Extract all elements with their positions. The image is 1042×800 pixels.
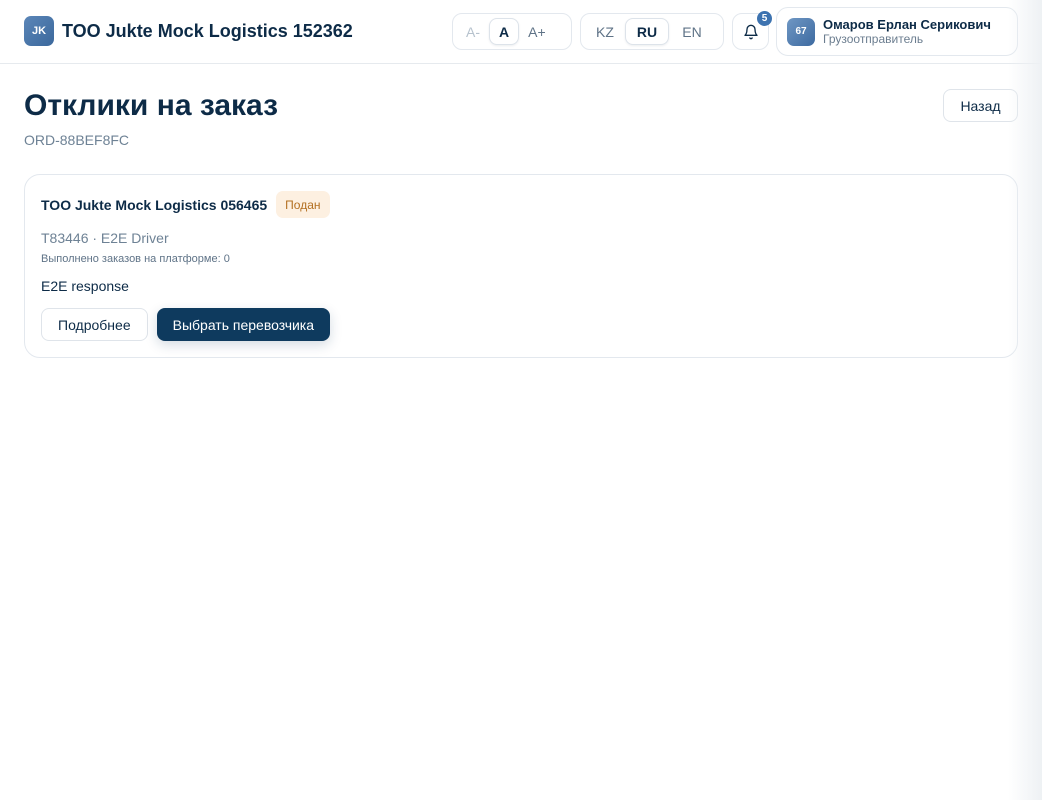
company-logo: JK bbox=[24, 16, 54, 46]
page-title: Отклики на заказ bbox=[24, 89, 279, 122]
user-menu[interactable]: 67 Омаров Ерлан Серикович Грузоотправите… bbox=[776, 7, 1018, 56]
lang-kz-button[interactable]: KZ bbox=[585, 18, 625, 45]
lang-ru-button[interactable]: RU bbox=[625, 18, 669, 45]
order-id: ORD-88BEF8FC bbox=[24, 132, 130, 148]
user-info: Омаров Ерлан Серикович Грузоотправитель bbox=[823, 17, 991, 47]
brand[interactable]: JK TOO Jukte Mock Logistics 152362 bbox=[24, 16, 353, 46]
company-title: TOO Jukte Mock Logistics 152362 bbox=[62, 20, 353, 41]
driver-info: T83446 · E2E Driver bbox=[41, 230, 169, 246]
back-button[interactable]: Назад bbox=[943, 89, 1018, 122]
user-name: Омаров Ерлан Серикович bbox=[823, 16, 991, 32]
lang-en-button[interactable]: EN bbox=[669, 18, 715, 45]
font-increase-button[interactable]: A+ bbox=[519, 18, 555, 45]
carrier-company-name: TOO Jukte Mock Logistics 056465 bbox=[41, 196, 268, 213]
select-carrier-button[interactable]: Выбрать перевозчика bbox=[156, 308, 331, 341]
avatar: 67 bbox=[787, 17, 815, 46]
response-message: E2E response bbox=[41, 278, 129, 294]
response-card: TOO Jukte Mock Logistics 056465 Подан T8… bbox=[24, 174, 1018, 358]
response-actions: Подробнее Выбрать перевозчика bbox=[41, 308, 331, 341]
details-button[interactable]: Подробнее bbox=[41, 308, 148, 341]
language-switcher: KZ RU EN bbox=[580, 13, 724, 50]
top-bar: JK TOO Jukte Mock Logistics 152362 A- A … bbox=[0, 0, 1042, 64]
notification-count-badge: 5 bbox=[757, 11, 772, 26]
font-size-switcher: A- A A+ bbox=[452, 13, 572, 50]
font-normal-button[interactable]: A bbox=[489, 18, 520, 45]
status-badge: Подан bbox=[276, 191, 330, 218]
response-header: TOO Jukte Mock Logistics 056465 Подан bbox=[41, 191, 330, 218]
completed-orders-count: Выполнено заказов на платформе: 0 bbox=[41, 253, 230, 265]
font-decrease-button[interactable]: A- bbox=[457, 18, 489, 45]
bell-icon bbox=[743, 24, 758, 39]
user-role: Грузоотправитель bbox=[823, 32, 924, 47]
notifications-button[interactable]: 5 bbox=[732, 11, 772, 50]
